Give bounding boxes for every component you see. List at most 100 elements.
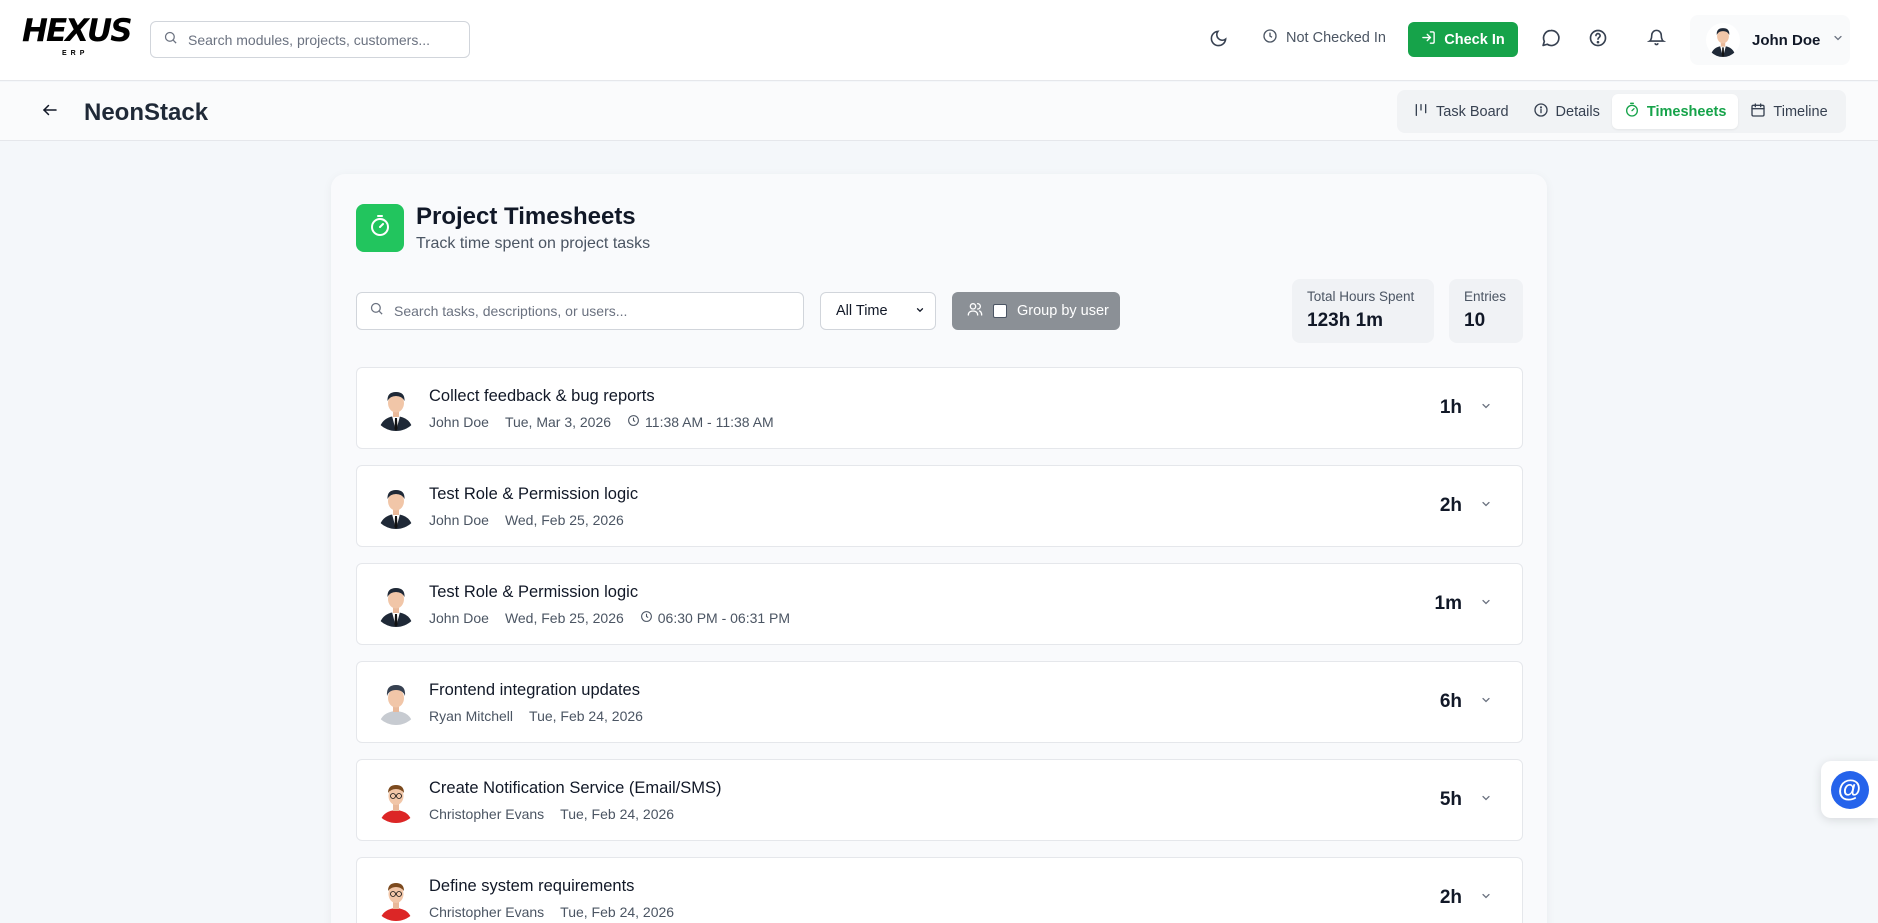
entry-user: Ryan Mitchell [429,708,514,724]
calendar-icon [1750,102,1766,122]
entries-stat: Entries 10 [1449,279,1523,343]
chevron-down-icon [1480,889,1492,907]
entry-meta: Ryan Mitchell Tue, Feb 24, 2026 [429,708,643,724]
logo-subtext: ERP [62,50,89,57]
clock-icon [640,610,653,626]
timesheet-entry[interactable]: Create Notification Service (Email/SMS) … [356,759,1523,841]
user-avatar [373,581,419,627]
user-name: John Doe [1752,31,1821,49]
entry-time-range: 11:38 AM - 11:38 AM [627,414,774,430]
entry-user: John Doe [429,610,489,626]
checkin-status: Not Checked In [1262,28,1386,48]
notifications-button[interactable] [1643,27,1669,53]
user-avatar [373,875,419,921]
chevron-down-icon [1480,399,1492,417]
project-header: NeonStack Task Board Details Timesheets … [0,82,1878,141]
timesheet-entry[interactable]: Define system requirements Christopher E… [356,857,1523,923]
total-hours-value: 123h 1m [1307,310,1384,331]
entry-hours: 1m [1434,593,1462,614]
chevron-down-icon [915,303,925,319]
hexus-erp-logo[interactable]: HEXUS ERP [22,13,133,60]
entries-value: 10 [1464,310,1486,331]
expand-entry-button[interactable] [1478,890,1494,906]
total-hours-label: Total Hours Spent [1307,289,1415,304]
expand-entry-button[interactable] [1478,596,1494,612]
timesheet-entry[interactable]: Test Role & Permission logic John Doe We… [356,563,1523,645]
chevron-down-icon [1832,31,1844,49]
bell-icon [1646,28,1666,52]
tab-timeline[interactable]: Timeline [1738,94,1839,129]
user-avatar [373,679,419,725]
search-icon [163,30,178,50]
user-avatar [1706,23,1740,57]
back-button[interactable] [36,98,64,126]
expand-entry-button[interactable] [1478,400,1494,416]
user-avatar [373,777,419,823]
tab-label: Timeline [1773,103,1828,120]
moon-icon [1209,29,1228,53]
timesheet-entry[interactable]: Frontend integration updates Ryan Mitche… [356,661,1523,743]
entry-hours: 2h [1439,495,1462,516]
entry-date: Tue, Feb 24, 2026 [560,806,675,822]
entry-time-text: 06:30 PM - 06:31 PM [657,610,791,626]
timesheet-search-input[interactable] [394,303,803,319]
tab-details[interactable]: Details [1521,94,1612,129]
chat-bubble-icon [1541,28,1561,53]
chevron-down-icon [1480,497,1492,515]
global-search-input[interactable] [188,31,469,48]
entry-meta: John Doe Tue, Mar 3, 2026 11:38 AM - 11:… [429,414,774,430]
expand-entry-button[interactable] [1478,694,1494,710]
stopwatch-icon [1624,102,1640,122]
user-menu[interactable]: John Doe [1690,15,1850,65]
checkin-status-text: Not Checked In [1286,30,1386,46]
project-title: NeonStack [84,99,209,126]
at-sign-icon: @ [1830,770,1869,809]
messages-button[interactable] [1538,27,1564,53]
logo-text: HEXUS [22,13,133,49]
tab-label: Task Board [1436,103,1509,120]
entry-task-title: Create Notification Service (Email/SMS) [429,779,722,797]
login-icon [1421,30,1436,49]
entry-date: Wed, Feb 25, 2026 [504,512,624,528]
user-avatar [373,385,419,431]
entry-user: John Doe [429,414,489,430]
timesheet-entry[interactable]: Test Role & Permission logic John Doe We… [356,465,1523,547]
tab-label: Timesheets [1646,103,1727,120]
stopwatch-icon [368,214,392,243]
group-by-user-toggle[interactable]: Group by user [952,292,1120,330]
group-by-user-checkbox[interactable] [993,304,1007,318]
arrow-left-icon [41,101,59,124]
top-bar: HEXUS ERP Not Checked In Check In [0,0,1878,81]
chevron-down-icon [1480,791,1492,809]
theme-toggle-button[interactable] [1205,28,1231,54]
mention-floating-button[interactable]: @ [1821,761,1878,818]
expand-entry-button[interactable] [1478,792,1494,808]
entry-time-text: 11:38 AM - 11:38 AM [645,414,774,430]
entry-meta: John Doe Wed, Feb 25, 2026 06:30 PM - 06… [429,610,790,626]
entry-task-title: Test Role & Permission logic [429,583,639,601]
expand-entry-button[interactable] [1478,498,1494,514]
global-search-box[interactable] [150,21,470,58]
entry-date: Wed, Feb 25, 2026 [504,610,624,626]
tab-task-board[interactable]: Task Board [1401,94,1521,129]
info-icon [1533,102,1549,122]
group-by-user-label: Group by user [1017,303,1109,319]
entry-time-range: 06:30 PM - 06:31 PM [640,610,790,626]
entry-user: Christopher Evans [429,806,545,822]
time-range-select[interactable]: All Time [820,292,936,330]
help-circle-icon [1588,28,1608,53]
entry-meta: John Doe Wed, Feb 25, 2026 [429,512,624,528]
clock-icon [627,414,640,430]
entry-hours: 6h [1439,691,1462,712]
entry-user: Christopher Evans [429,904,545,920]
chevron-down-icon [1480,693,1492,711]
timesheets-badge [356,204,404,252]
check-in-label: Check In [1444,31,1505,48]
check-in-button[interactable]: Check In [1408,22,1518,57]
entry-date: Tue, Mar 3, 2026 [504,414,612,430]
help-button[interactable] [1585,27,1611,53]
tab-timesheets[interactable]: Timesheets [1611,94,1739,129]
timesheet-entry[interactable]: Collect feedback & bug reports John Doe … [356,367,1523,449]
timesheet-search-box[interactable] [356,292,804,330]
page-subtitle: Track time spent on project tasks [416,235,651,252]
